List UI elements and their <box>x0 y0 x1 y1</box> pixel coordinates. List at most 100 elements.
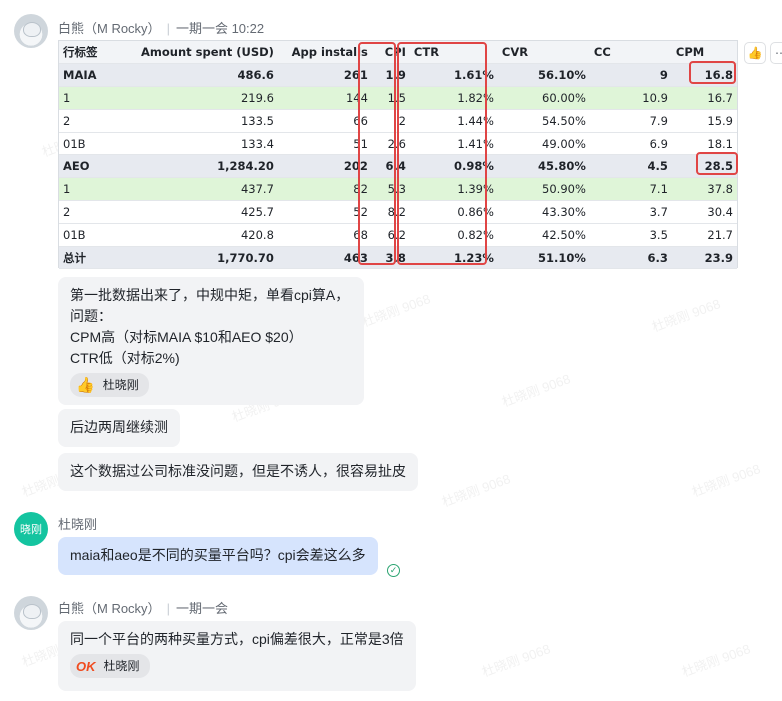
message-toolbar: 👍 ⋯ <box>744 42 782 64</box>
table-row: 2 425.7 52 8.2 0.86% 43.30% 3.7 30.4 <box>59 200 737 224</box>
data-table-image[interactable]: 行标签 Amount spent (USD) App installs CPI CTR C… <box>58 40 738 270</box>
table-cell: 486.6 <box>137 63 278 88</box>
reaction-thumbs-up[interactable]: 👍 杜晓刚 <box>70 373 149 397</box>
sender-name[interactable]: 杜晓刚 <box>58 517 97 532</box>
table-cell: 1.61% <box>409 63 498 88</box>
table-cell: 3.8 <box>371 246 410 270</box>
table-cell: 28.5 <box>671 154 737 179</box>
table-cell: 82 <box>277 177 372 202</box>
message-bubble[interactable]: 同一个平台的两种买量方式，cpi偏差很大，正常是3倍 OK 杜晓刚 <box>58 621 416 691</box>
table-cell: 68 <box>277 223 372 247</box>
table-cell: 总计 <box>59 246 137 270</box>
table-cell: 1,770.70 <box>137 246 278 270</box>
message-text: 这个数据过公司标准没问题，但是不诱人，很容易扯皮 <box>70 463 406 479</box>
table-cell: 202 <box>277 154 372 179</box>
avatar[interactable] <box>14 596 48 630</box>
table-cell: 9 <box>589 63 672 88</box>
message-text: 同一个平台的两种买量方式，cpi偏差很大，正常是3倍 <box>70 631 404 647</box>
table-cell: 56.10% <box>497 63 590 88</box>
message-bubble[interactable]: 这个数据过公司标准没问题，但是不诱人，很容易扯皮 <box>58 453 418 491</box>
table-cell: AEO <box>59 154 137 179</box>
table-cell: 45.80% <box>497 154 590 179</box>
table-cell: 01B <box>59 132 137 156</box>
table-cell: 420.8 <box>137 223 278 247</box>
message-bubble[interactable]: 第一批数据出来了，中规中矩，单看cpi算A， 问题： CPM高（对标MAIA $… <box>58 277 364 405</box>
table-cell: 49.00% <box>497 132 590 156</box>
table-cell: 133.4 <box>137 132 278 156</box>
reaction-ok[interactable]: OK 杜晓刚 <box>70 654 150 678</box>
message-line: CTR低（对标2%) <box>70 350 180 366</box>
message-time: 一期一会 10:22 <box>175 21 265 36</box>
message-text: maia和aeo是不同的买量平台吗？cpi会差这么多 <box>70 547 366 563</box>
table-header-cell: Amount spent (USD) <box>137 41 278 65</box>
table-cell: 425.7 <box>137 200 278 224</box>
thumbs-up-icon[interactable]: 👍 <box>744 42 766 64</box>
table-cell: 37.8 <box>671 177 737 202</box>
watermark: 杜晓刚 9068 <box>679 641 753 680</box>
watermark: 杜晓刚 9068 <box>479 641 553 680</box>
message-line: 问题： <box>70 308 112 324</box>
table-cell: 1 <box>59 177 137 202</box>
table-header-cell: CVR <box>497 41 590 65</box>
message-time: 一期一会 <box>175 601 228 616</box>
table-cell: 437.7 <box>137 177 278 202</box>
table-cell: 21.7 <box>671 223 737 247</box>
table-cell: 1,284.20 <box>137 154 278 179</box>
table-cell: 6.9 <box>589 132 672 156</box>
table-header-cell: CPI <box>371 41 410 65</box>
table-cell: 4.5 <box>589 154 672 179</box>
table-cell: 2 <box>371 109 410 133</box>
table-header-row: 行标签 Amount spent (USD) App installs CPI CTR C… <box>59 41 737 65</box>
table-row: 2 133.5 66 2 1.44% 54.50% 7.9 15.9 <box>59 109 737 133</box>
watermark: 杜晓刚 9068 <box>649 296 723 335</box>
table-header-cell: 行标签 <box>59 41 137 65</box>
avatar[interactable]: 晓刚 <box>14 512 48 546</box>
message-bubble[interactable]: 后边两周继续测 <box>58 409 180 447</box>
table-header-cell: CC <box>589 41 672 65</box>
table-cell: 1 <box>59 86 137 110</box>
reaction-user: 杜晓刚 <box>102 377 139 392</box>
table-cell: 01B <box>59 223 137 247</box>
table-cell: 18.1 <box>671 132 737 156</box>
table-cell: 6.4 <box>371 154 410 179</box>
table-row: MAIA 486.6 261 1.9 1.61% 56.10% 9 16.8 <box>59 63 737 88</box>
sender-name[interactable]: 白熊（M Rocky） <box>58 21 161 36</box>
table-cell: 8.2 <box>371 200 410 224</box>
watermark: 杜晓刚 9068 <box>359 291 433 330</box>
table-cell: 42.50% <box>497 223 590 247</box>
table-cell: 43.30% <box>497 200 590 224</box>
table-cell: 6.2 <box>371 223 410 247</box>
table-cell: 261 <box>277 63 372 88</box>
table-cell: 144 <box>277 86 372 110</box>
table-cell: 1.41% <box>409 132 498 156</box>
table-header-cell: CTR <box>409 41 498 65</box>
table-cell: 51 <box>277 132 372 156</box>
table-cell: 0.98% <box>409 154 498 179</box>
table-row: 1 219.6 144 1.5 1.82% 60.00% 10.9 16.7 <box>59 86 737 110</box>
table-cell: 10.9 <box>589 86 672 110</box>
message-line: 第一批数据出来了，中规中矩，单看cpi算A， <box>70 287 350 303</box>
table-cell: 60.00% <box>497 86 590 110</box>
table-row: 01B 133.4 51 2.6 1.41% 49.00% 6.9 18.1 <box>59 132 737 156</box>
message-text: 后边两周继续测 <box>70 419 168 435</box>
sender-name[interactable]: 白熊（M Rocky） <box>58 601 161 616</box>
table-row: 01B 420.8 68 6.2 0.82% 42.50% 3.5 21.7 <box>59 223 737 247</box>
table-cell: 5.3 <box>371 177 410 202</box>
table-cell: 1.44% <box>409 109 498 133</box>
message-bubble[interactable]: maia和aeo是不同的买量平台吗？cpi会差这么多 <box>58 537 378 575</box>
table-cell: 1.82% <box>409 86 498 110</box>
table-cell: 30.4 <box>671 200 737 224</box>
table-header-cell: CPM <box>671 41 737 65</box>
table-row: 总计 1,770.70 463 3.8 1.23% 51.10% 6.3 23.9 <box>59 246 737 270</box>
table-cell: 1.23% <box>409 246 498 270</box>
table-cell: 2 <box>59 200 137 224</box>
more-icon[interactable]: ⋯ <box>770 42 782 64</box>
avatar-label: 晓刚 <box>20 524 42 536</box>
data-table: 行标签 Amount spent (USD) App installs CPI CTR C… <box>59 41 737 270</box>
avatar[interactable] <box>14 14 48 48</box>
message-header: 白熊（M Rocky） | 一期一会 10:22 <box>58 21 265 36</box>
table-cell: 23.9 <box>671 246 737 270</box>
table-cell: 52 <box>277 200 372 224</box>
message-header: 白熊（M Rocky） | 一期一会 <box>58 601 228 616</box>
table-cell: 7.1 <box>589 177 672 202</box>
